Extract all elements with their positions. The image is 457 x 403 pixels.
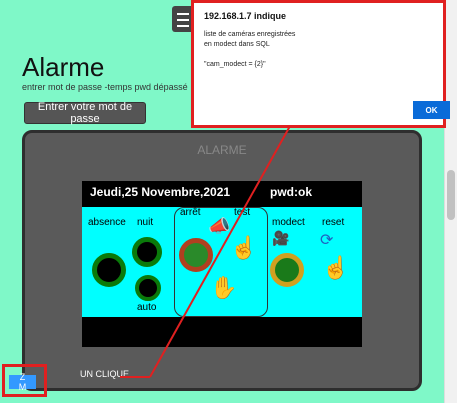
security-hand-icon: ✋	[210, 275, 238, 300]
page-subtitle: entrer mot de passe -temps pwd dépassé	[22, 82, 188, 92]
label-reset: reset	[322, 217, 345, 228]
alert-line-3	[204, 50, 295, 60]
screen-header: Jeudi,25 Novembre,2021 pwd:ok	[82, 181, 362, 203]
alert-dialog: 192.168.1.7 indique liste de caméras enr…	[191, 0, 450, 128]
absence-button[interactable]	[92, 253, 126, 287]
enter-password-button[interactable]: Entrer votre mot de passe	[24, 101, 146, 125]
label-arret: arrêt	[180, 207, 201, 218]
panel-title: ALARME	[197, 143, 247, 157]
alert-ok-button[interactable]: OK	[413, 101, 450, 119]
pwd-status: pwd:ok	[270, 185, 312, 199]
nuit-button[interactable]	[132, 237, 162, 267]
reset-hand-icon[interactable]: ☝	[322, 257, 349, 279]
alert-line-2: en modect dans SQL	[204, 41, 270, 48]
alert-line-4: "cam_modect = {2}"	[204, 61, 266, 68]
alert-message: liste de caméras enregistrées en modect …	[204, 30, 295, 70]
label-test: test	[234, 207, 251, 218]
un-clique-label: UN CLIQUE	[80, 369, 130, 379]
test-hand-icon[interactable]: ☝	[230, 237, 257, 259]
alarm-panel: ALARME Jeudi,25 Novembre,2021 pwd:ok abs…	[22, 130, 422, 391]
scrollbar-thumb[interactable]	[447, 170, 455, 220]
label-auto: auto	[137, 302, 157, 313]
label-nuit: nuit	[137, 217, 154, 228]
alarm-screen: Jeudi,25 Novembre,2021 pwd:ok absence nu…	[82, 181, 362, 347]
zm-button[interactable]: Z M	[9, 372, 36, 392]
modect-button[interactable]	[270, 253, 304, 287]
reset-circle-icon[interactable]: ⟳	[320, 233, 333, 249]
arret-button[interactable]	[179, 238, 213, 272]
auto-button[interactable]	[135, 275, 161, 301]
label-modect: modect	[272, 217, 305, 228]
camera-icon: 🎥	[272, 230, 290, 246]
megaphone-icon: 📣	[208, 216, 231, 236]
date-text: Jeudi,25 Novembre,2021	[90, 185, 231, 199]
screen-body: absence nuit auto arrêt test 📣 ☝ ✋ modec…	[82, 207, 362, 317]
alert-line-1: liste de caméras enregistrées	[204, 31, 296, 38]
page-title: Alarme	[22, 52, 105, 82]
label-absence: absence	[88, 217, 126, 228]
alert-title: 192.168.1.7 indique	[204, 11, 287, 21]
